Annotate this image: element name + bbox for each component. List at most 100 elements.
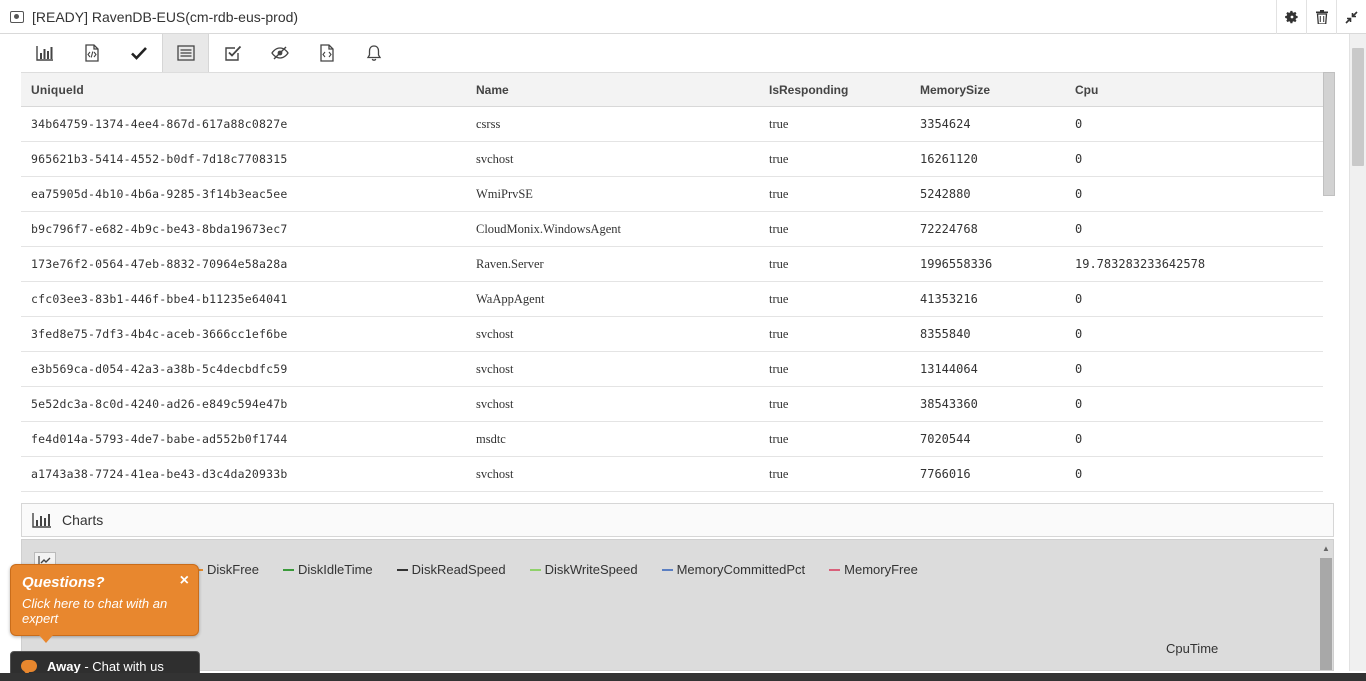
page-scrollbar[interactable] [1349,34,1366,671]
table-row[interactable]: e3b569ca-d054-42a3-a38b-5c4decbdfc59 svch… [21,352,1323,387]
cell-cpu: 0 [1075,117,1083,131]
chart-axis-label: CpuTime [1166,641,1219,656]
chart-scrollbar[interactable]: ▲ [1319,542,1333,670]
table-row[interactable]: 34b64759-1374-4ee4-867d-617a88c0827e csrs… [21,107,1323,142]
legend-swatch [661,568,673,571]
legend-item-diskreadspeed[interactable]: DiskReadSpeed [396,562,506,577]
table-row[interactable]: 173e76f2-0564-47eb-8832-70964e58a28a Rave… [21,247,1323,282]
column-header-memorysize[interactable]: MemorySize [920,83,1075,97]
page-scrollbar-thumb[interactable] [1352,48,1364,166]
cell-name: msdtc [476,431,506,446]
alerts-button[interactable] [350,34,397,72]
checkbox-icon [224,45,241,61]
legend-label: MemoryCommittedPct [676,562,806,577]
chat-status-label: Away [47,658,81,674]
grid-scrollbar[interactable] [1323,72,1335,196]
delete-button[interactable] [1306,0,1336,34]
code-file-icon [84,44,99,62]
cell-isresponding: true [769,326,789,341]
cell-name: csrss [476,116,501,131]
legend-label: DiskReadSpeed [411,562,506,577]
legend-item-diskfree[interactable]: DiskFree [192,562,259,577]
cell-isresponding: true [769,186,789,201]
legend-item-memoryfree[interactable]: MemoryFree [829,562,918,577]
charts-panel-header[interactable]: Charts [21,503,1334,537]
cell-memorysize: 16261120 [920,152,978,166]
legend-swatch [529,568,541,571]
script-file-icon [319,44,334,62]
cell-uniqueid: a1743a38-7724-41ea-be43-d3c4da20933b [31,467,288,481]
list-icon [176,45,195,61]
cell-name: CloudMonix.WindowsAgent [476,221,621,236]
chart-scrollbar-thumb[interactable] [1320,558,1332,670]
cell-isresponding: true [769,466,789,481]
monitor-icon [10,10,24,23]
code-file-button[interactable] [68,34,115,72]
legend-label: DiskIdleTime [298,562,373,577]
legend-item-diskidletime[interactable]: DiskIdleTime [283,562,373,577]
settings-button[interactable] [1276,0,1306,34]
chat-bubble-icon [21,660,37,675]
cell-cpu: 0 [1075,292,1083,306]
cell-name: svchost [476,466,514,481]
cell-memorysize: 7020544 [920,432,971,446]
hide-button[interactable] [256,34,303,72]
table-row[interactable]: b9c796f7-e682-4b9c-be43-8bda19673ec7 Clou… [21,212,1323,247]
grid-header: UniqueId Name IsResponding MemorySize Cp… [21,73,1323,107]
table-row[interactable]: cfc03ee3-83b1-446f-bbe4-b11235e64041 WaAp… [21,282,1323,317]
cell-name: WmiPrvSE [476,186,533,201]
chat-prompt[interactable]: Questions? × Click here to chat with an … [10,564,199,643]
cell-uniqueid: e3b569ca-d054-42a3-a38b-5c4decbdfc59 [31,362,288,376]
chart-area: DiskFree DiskIdleTime DiskReadSpeed Disk… [21,539,1334,671]
cell-cpu: 0 [1075,327,1083,341]
legend-item-diskwritespeed[interactable]: DiskWriteSpeed [529,562,638,577]
script-file-button[interactable] [303,34,350,72]
cell-memorysize: 38543360 [920,397,978,411]
table-row[interactable]: ea75905d-4b10-4b6a-9285-3f14b3eac5ee WmiP… [21,177,1323,212]
legend-swatch [396,568,408,571]
close-icon[interactable]: × [180,572,189,590]
cell-memorysize: 8355840 [920,327,971,341]
cell-uniqueid: 34b64759-1374-4ee4-867d-617a88c0827e [31,117,288,131]
checkbox-button[interactable] [209,34,256,72]
cell-isresponding: true [769,291,789,306]
table-row[interactable]: 965621b3-5414-4552-b0df-7d18c7708315 svch… [21,142,1323,177]
cell-isresponding: true [769,256,789,271]
column-header-cpu[interactable]: Cpu [1075,83,1323,97]
cell-cpu: 0 [1075,432,1083,446]
cell-uniqueid: 5e52dc3a-8c0d-4240-ad26-e849c594e47b [31,397,288,411]
bar-chart-icon [35,46,53,61]
collapse-button[interactable] [1336,0,1366,34]
column-header-name[interactable]: Name [476,83,769,97]
cell-uniqueid: 173e76f2-0564-47eb-8832-70964e58a28a [31,257,288,271]
window-title: [READY] RavenDB-EUS(cm-rdb-eus-prod) [32,8,299,25]
view-toolbar [21,34,397,72]
table-row[interactable]: 3fed8e75-7df3-4b4c-aceb-3666cc1ef6be svch… [21,317,1323,352]
check-icon [130,47,147,60]
cell-uniqueid: ea75905d-4b10-4b6a-9285-3f14b3eac5ee [31,187,288,201]
legend-label: DiskWriteSpeed [544,562,638,577]
cell-uniqueid: cfc03ee3-83b1-446f-bbe4-b11235e64041 [31,292,288,306]
cell-memorysize: 41353216 [920,292,978,306]
cell-memorysize: 1996558336 [920,257,993,271]
list-button[interactable] [162,34,209,72]
legend-label: DiskFree [207,562,260,577]
table-row[interactable]: fe4d014a-5793-4de7-babe-ad552b0f1744 msdt… [21,422,1323,457]
cell-cpu: 0 [1075,222,1083,236]
title-bar: [READY] RavenDB-EUS(cm-rdb-eus-prod) [0,0,1366,34]
trash-icon [1315,10,1328,24]
cell-cpu: 0 [1075,362,1083,376]
bar-chart-button[interactable] [21,34,68,72]
cell-cpu: 0 [1075,397,1083,411]
cell-uniqueid: 965621b3-5414-4552-b0df-7d18c7708315 [31,152,288,166]
grid-body: 34b64759-1374-4ee4-867d-617a88c0827e csrs… [21,107,1323,492]
legend-swatch [283,568,295,571]
check-button[interactable] [115,34,162,72]
column-header-uniqueid[interactable]: UniqueId [21,83,476,97]
collapse-icon [1345,10,1358,24]
table-row[interactable]: a1743a38-7724-41ea-be43-d3c4da20933b svch… [21,457,1323,492]
table-row[interactable]: 5e52dc3a-8c0d-4240-ad26-e849c594e47b svch… [21,387,1323,422]
scroll-up-icon[interactable]: ▲ [1322,544,1330,553]
column-header-isresponding[interactable]: IsResponding [769,83,920,97]
legend-item-memorycommittedpct[interactable]: MemoryCommittedPct [661,562,806,577]
